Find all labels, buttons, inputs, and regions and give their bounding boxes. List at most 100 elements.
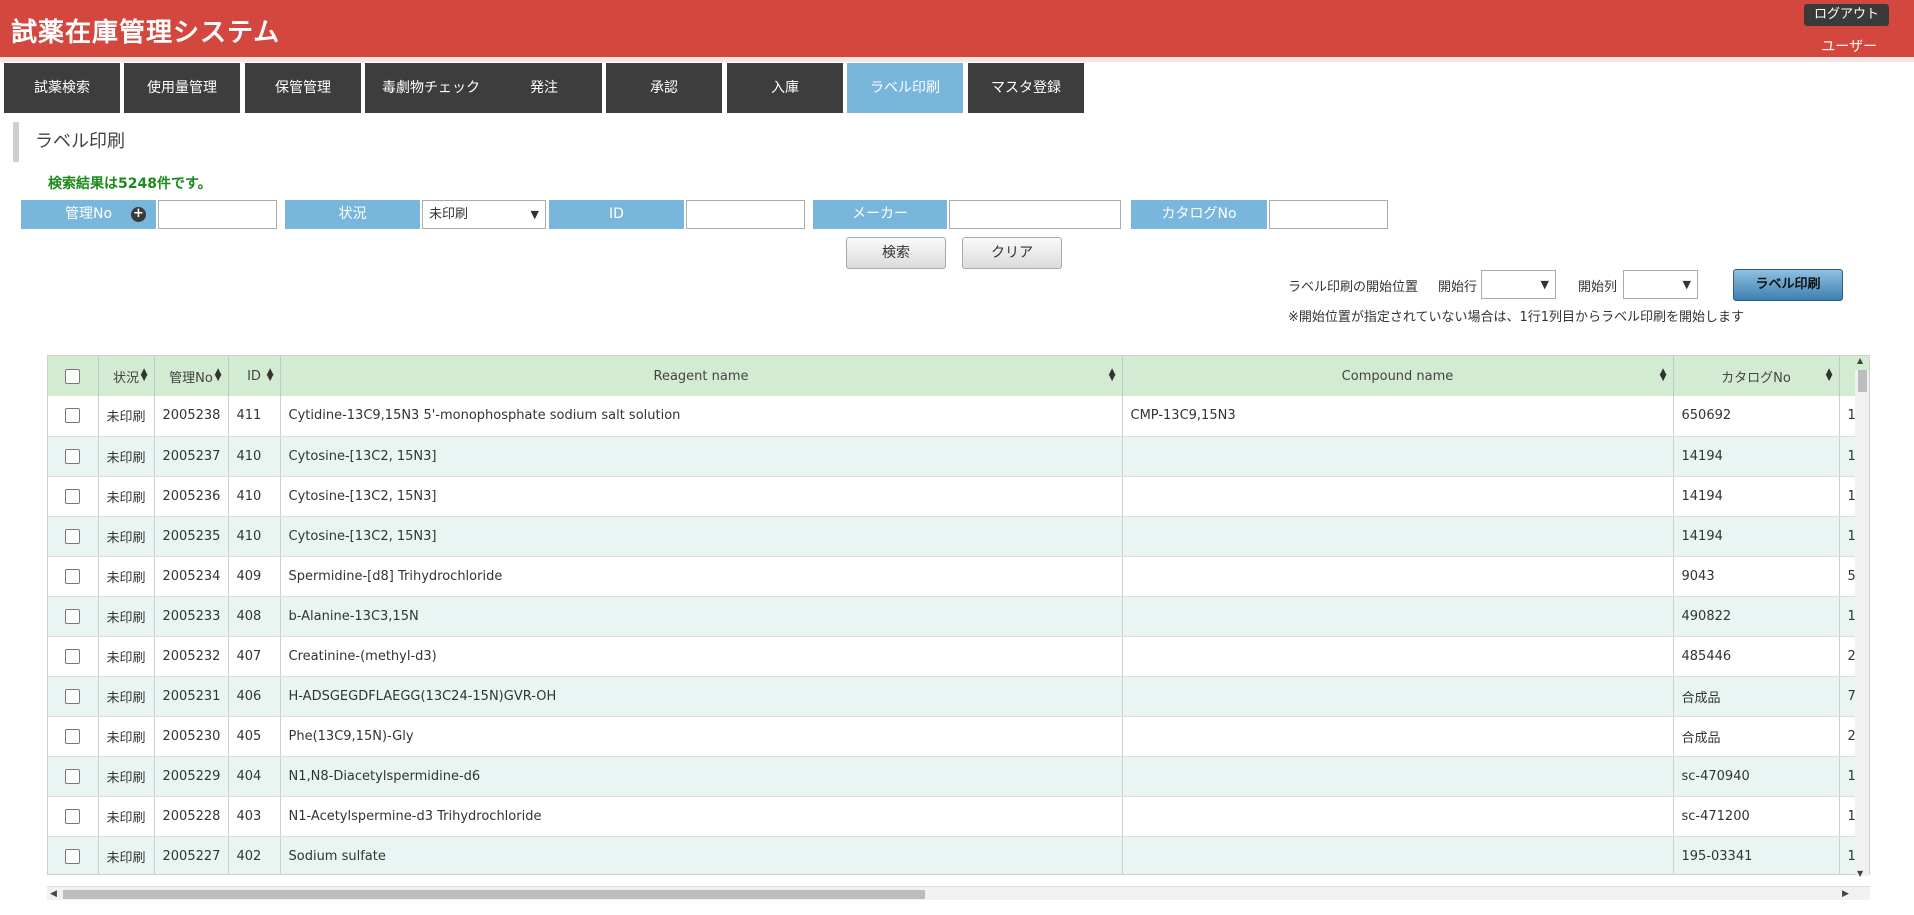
header-reagent-name[interactable]: Reagent name ▲ ▼	[280, 356, 1123, 396]
sort-icon: ▲ ▼	[1659, 367, 1667, 383]
clear-button[interactable]: クリア	[962, 237, 1062, 269]
cell-catalog-no: 合成品	[1673, 676, 1840, 717]
tab-poison-check[interactable]: 毒劇物チェック	[365, 63, 497, 113]
search-button[interactable]: 検索	[846, 237, 946, 269]
cell-kanri-no: 2005230	[154, 716, 229, 757]
catalog-no-label: カタログNo	[1131, 200, 1267, 229]
cell-id: 402	[228, 836, 281, 874]
tab-usage-management[interactable]: 使用量管理	[124, 63, 240, 113]
row-checkbox[interactable]	[65, 648, 81, 664]
cell-compound-name	[1122, 516, 1674, 557]
chevron-down-icon: ▼	[530, 208, 539, 221]
row-checkbox[interactable]	[65, 528, 81, 544]
row-checkbox-cell	[48, 556, 99, 597]
tab-order[interactable]: 発注	[486, 63, 602, 113]
add-icon[interactable]: +	[131, 207, 146, 222]
row-checkbox[interactable]	[65, 448, 81, 464]
kanri-no-label: 管理No +	[21, 200, 156, 229]
row-checkbox[interactable]	[65, 808, 81, 824]
cell-status: 未印刷	[98, 396, 155, 437]
cell-compound-name	[1122, 716, 1674, 757]
kanri-no-label-text: 管理No	[64, 206, 113, 222]
row-checkbox-cell	[48, 396, 99, 437]
kanri-no-input[interactable]	[158, 200, 277, 229]
cell-reagent-name: Spermidine-[d8] Trihydrochloride	[280, 556, 1123, 597]
catalog-no-input[interactable]	[1269, 200, 1388, 229]
scroll-right-icon[interactable]: ▶	[1842, 887, 1849, 901]
cell-reagent-name: Cytosine-[13C2, 15N3]	[280, 476, 1123, 517]
id-input[interactable]	[686, 200, 805, 229]
page-title: ラベル印刷	[13, 122, 125, 162]
horizontal-scroll-thumb[interactable]	[63, 890, 925, 899]
table-row: 未印刷 2005235 410 Cytosine-[13C2, 15N3] 14…	[48, 516, 1869, 557]
row-checkbox[interactable]	[65, 688, 81, 704]
header-id[interactable]: ID ▲ ▼	[228, 356, 281, 396]
header-compound-name[interactable]: Compound name ▲ ▼	[1122, 356, 1674, 396]
row-checkbox-cell	[48, 836, 99, 874]
cell-kanri-no: 2005228	[154, 796, 229, 837]
cell-catalog-no: 485446	[1673, 636, 1840, 677]
table-row: 未印刷 2005237 410 Cytosine-[13C2, 15N3] 14…	[48, 436, 1869, 477]
row-checkbox-cell	[48, 596, 99, 637]
scroll-down-icon[interactable]: ▼	[1857, 869, 1863, 878]
logout-button[interactable]: ログアウト	[1803, 4, 1889, 26]
select-all-checkbox[interactable]	[65, 368, 81, 384]
cell-compound-name	[1122, 676, 1674, 717]
header-catalog-no[interactable]: カタログNo ▲ ▼	[1673, 356, 1840, 396]
horizontal-scrollbar[interactable]: ◀ ▶	[47, 886, 1870, 900]
scroll-left-icon[interactable]: ◀	[50, 887, 57, 901]
row-checkbox[interactable]	[65, 848, 81, 864]
row-checkbox[interactable]	[65, 728, 81, 744]
maker-input[interactable]	[949, 200, 1121, 229]
print-note: ※開始位置が指定されていない場合は、1行1列目からラベル印刷を開始します	[1288, 310, 1745, 325]
vertical-scrollbar[interactable]: ▲ ▼	[1855, 356, 1869, 878]
cell-reagent-name: N1-Acetylspermine-d3 Trihydrochloride	[280, 796, 1123, 837]
results-table: 状況 ▲ ▼ 管理No ▲ ▼ ID ▲ ▼ Reagent name ▲ ▼ Compound…	[47, 355, 1870, 875]
cell-kanri-no: 2005232	[154, 636, 229, 677]
id-label: ID	[549, 200, 684, 229]
row-checkbox[interactable]	[65, 768, 81, 784]
status-select[interactable]: 未印刷 ▼	[422, 200, 546, 229]
tab-master-registration[interactable]: マスタ登録	[968, 63, 1084, 113]
scroll-up-icon[interactable]: ▲	[1857, 356, 1863, 365]
cell-compound-name	[1122, 476, 1674, 517]
row-checkbox-cell	[48, 636, 99, 677]
cell-reagent-name: Creatinine-(methyl-d3)	[280, 636, 1123, 677]
row-checkbox[interactable]	[65, 608, 81, 624]
cell-compound-name	[1122, 756, 1674, 797]
cell-catalog-no: 14194	[1673, 516, 1840, 557]
header-id-label: ID	[247, 368, 261, 384]
cell-catalog-no: 195-03341	[1673, 836, 1840, 874]
cell-status: 未印刷	[98, 556, 155, 597]
tab-reagent-search[interactable]: 試薬検索	[4, 63, 120, 113]
start-row-select[interactable]: ▼	[1481, 270, 1556, 299]
table-row: 未印刷 2005233 408 b-Alanine-13C3,15N 49082…	[48, 596, 1869, 637]
label-print-button[interactable]: ラベル印刷	[1733, 269, 1843, 301]
start-col-select[interactable]: ▼	[1623, 270, 1698, 299]
cell-compound-name	[1122, 556, 1674, 597]
cell-compound-name	[1122, 836, 1674, 874]
cell-kanri-no: 2005236	[154, 476, 229, 517]
cell-id: 406	[228, 676, 281, 717]
tab-storage-management[interactable]: 保管管理	[245, 63, 361, 113]
table-row: 未印刷 2005232 407 Creatinine-(methyl-d3) 4…	[48, 636, 1869, 677]
sort-icon: ▲ ▼	[266, 367, 274, 383]
cell-kanri-no: 2005237	[154, 436, 229, 477]
vertical-scroll-thumb[interactable]	[1858, 370, 1867, 392]
tab-receiving[interactable]: 入庫	[727, 63, 843, 113]
cell-id: 408	[228, 596, 281, 637]
row-checkbox[interactable]	[65, 568, 81, 584]
table-header-row: 状況 ▲ ▼ 管理No ▲ ▼ ID ▲ ▼ Reagent name ▲ ▼ Compound…	[48, 356, 1869, 396]
row-checkbox[interactable]	[65, 488, 81, 504]
header-status[interactable]: 状況 ▲ ▼	[98, 356, 155, 396]
cell-id: 411	[228, 396, 281, 437]
cell-reagent-name: Cytosine-[13C2, 15N3]	[280, 516, 1123, 557]
cell-catalog-no: sc-470940	[1673, 756, 1840, 797]
cell-id: 403	[228, 796, 281, 837]
tab-approval[interactable]: 承認	[606, 63, 722, 113]
cell-status: 未印刷	[98, 476, 155, 517]
tab-label-print[interactable]: ラベル印刷	[847, 63, 963, 113]
row-checkbox[interactable]	[65, 408, 81, 424]
cell-status: 未印刷	[98, 516, 155, 557]
header-kanri-no[interactable]: 管理No ▲ ▼	[154, 356, 229, 396]
